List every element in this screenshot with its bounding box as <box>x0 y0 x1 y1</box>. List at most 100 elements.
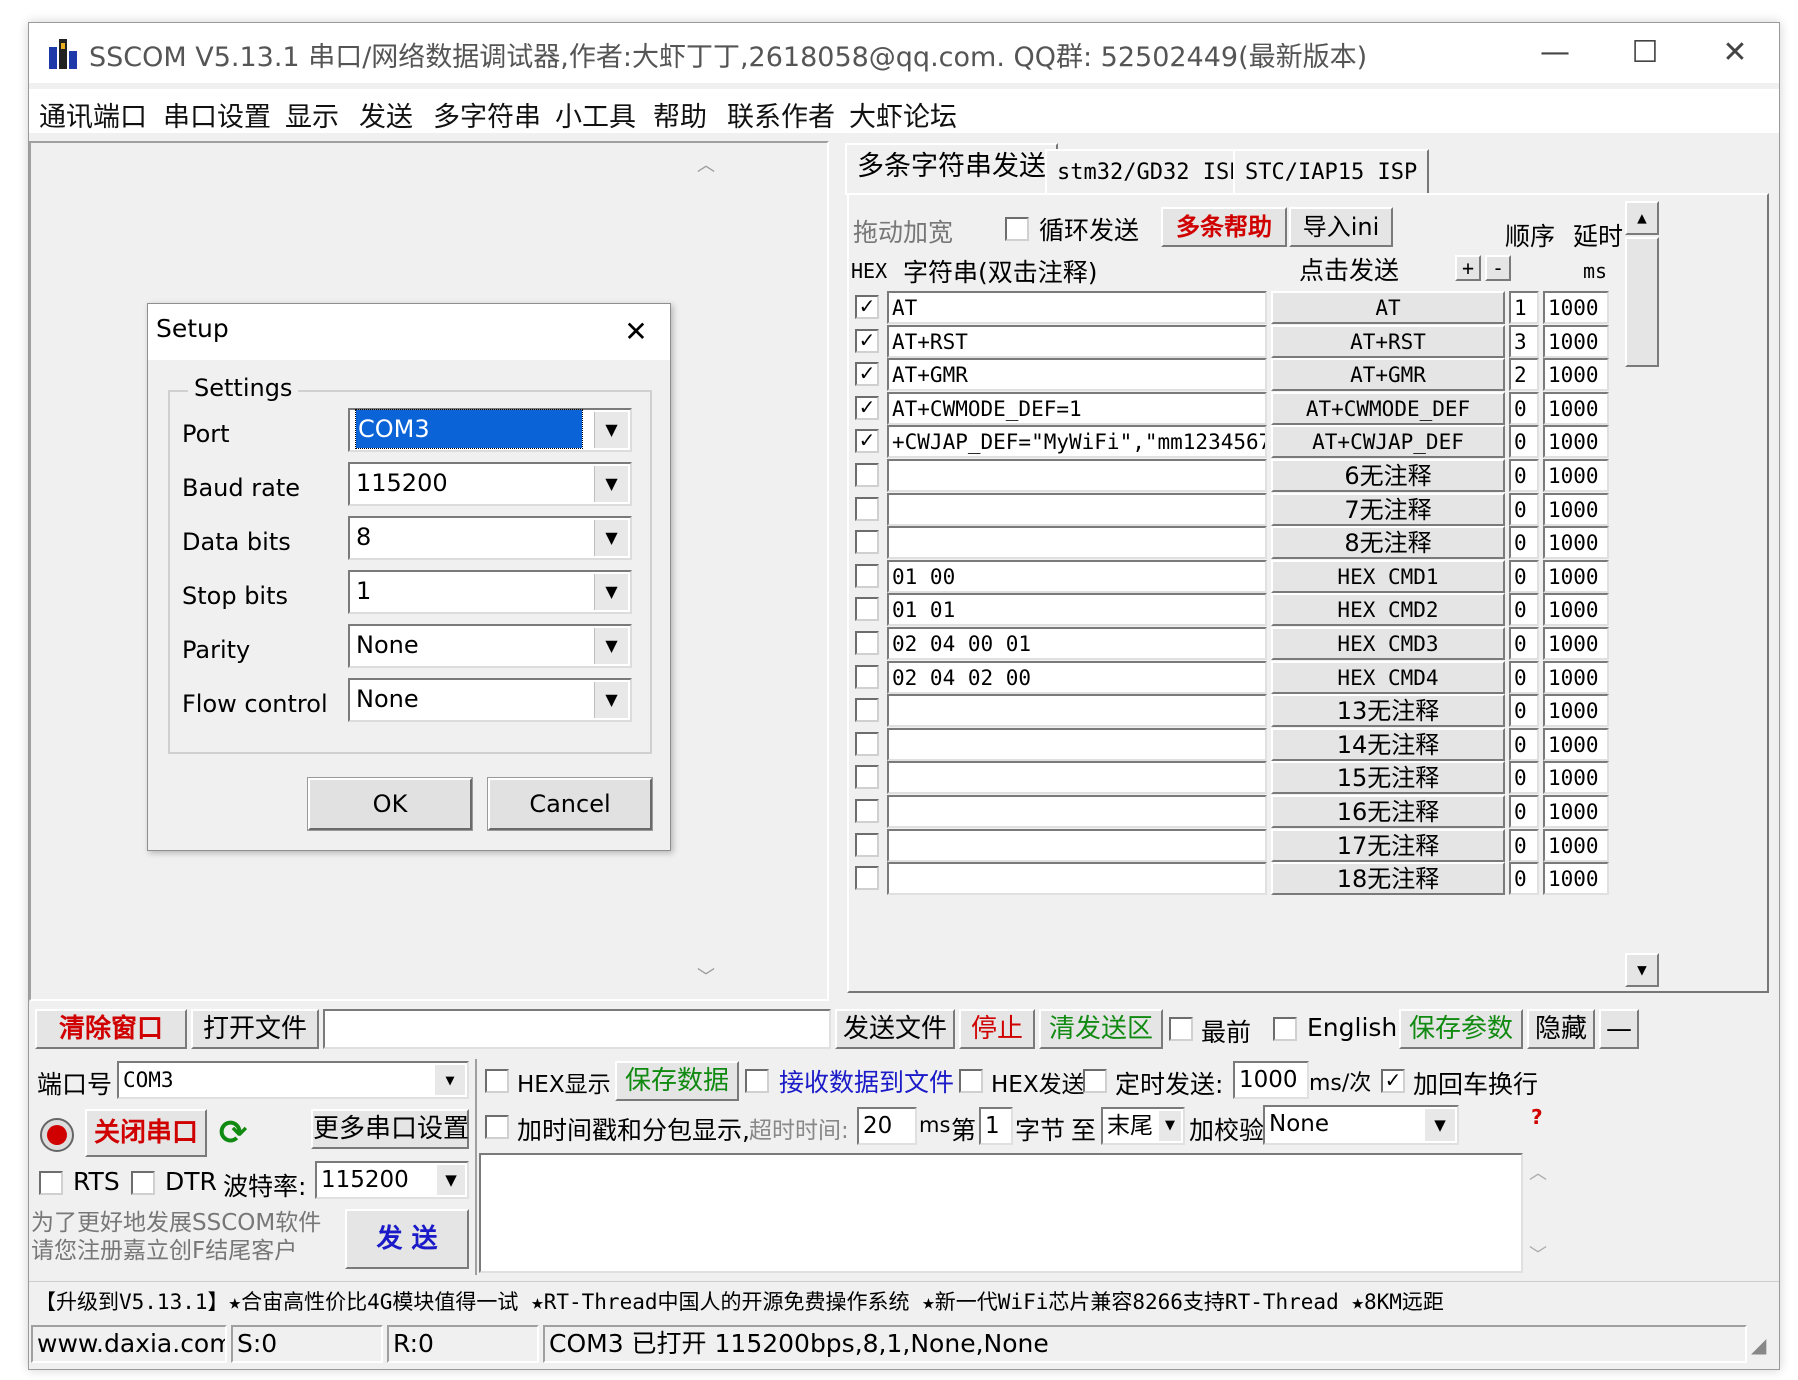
stop-bits-select[interactable]: 1 ▼ <box>348 570 632 614</box>
close-button[interactable]: ✕ <box>1705 29 1765 77</box>
row-delay-input[interactable]: 1000 <box>1543 425 1609 458</box>
chevron-down-icon[interactable]: ▼ <box>594 412 628 448</box>
row-hex-checkbox[interactable] <box>855 732 879 756</box>
dialog-close-icon[interactable]: ✕ <box>614 310 658 354</box>
row-delay-input[interactable]: 1000 <box>1543 728 1609 761</box>
row-send-button[interactable]: 6无注释 <box>1271 459 1505 492</box>
scroll-down-icon[interactable]: ▼ <box>1625 953 1659 987</box>
row-hex-checkbox[interactable] <box>855 665 879 689</box>
scroll-up-icon[interactable]: ▲ <box>1625 201 1659 235</box>
promo-text[interactable]: 为了更好地发展SSCOM软件 请您注册嘉立创F结尾客户 <box>31 1209 321 1265</box>
more-serial-settings-button[interactable]: 更多串口设置 <box>311 1109 469 1149</box>
row-string-input[interactable] <box>887 761 1267 794</box>
add-crlf-checkbox[interactable]: ✓ <box>1381 1069 1405 1093</box>
row-string-input[interactable] <box>887 493 1267 526</box>
row-string-input[interactable]: AT+CWMODE_DEF=1 <box>887 392 1267 425</box>
row-order-input[interactable]: 0 <box>1509 694 1539 727</box>
row-order-input[interactable]: 0 <box>1509 459 1539 492</box>
minimize-button[interactable]: — <box>1525 29 1585 77</box>
row-order-input[interactable]: 0 <box>1509 560 1539 593</box>
file-path-input[interactable] <box>323 1009 831 1049</box>
row-delay-input[interactable]: 1000 <box>1543 627 1609 660</box>
chevron-down-icon[interactable]: ▼ <box>594 682 628 718</box>
timestamp-checkbox[interactable] <box>485 1115 509 1139</box>
menu-forum[interactable]: 大虾论坛 <box>849 95 957 134</box>
clear-window-button[interactable]: 清除窗口 <box>35 1009 187 1049</box>
row-hex-checkbox[interactable] <box>855 463 879 487</box>
hide-button[interactable]: 隐藏 <box>1527 1009 1595 1049</box>
scroll-up-icon[interactable]: ︿ <box>691 151 721 176</box>
row-order-input[interactable]: 0 <box>1509 829 1539 862</box>
menu-send[interactable]: 发送 <box>359 95 413 134</box>
row-order-input[interactable]: 3 <box>1509 325 1539 358</box>
menu-display[interactable]: 显示 <box>285 95 339 134</box>
chevron-down-icon[interactable]: ▼ <box>594 628 628 664</box>
scroll-up-icon[interactable]: ︿ <box>1523 1159 1553 1185</box>
row-delay-input[interactable]: 1000 <box>1543 829 1609 862</box>
data-bits-select[interactable]: 8 ▼ <box>348 516 632 560</box>
row-string-input[interactable] <box>887 694 1267 727</box>
row-delay-input[interactable]: 1000 <box>1543 291 1609 324</box>
row-string-input[interactable] <box>887 829 1267 862</box>
multi-help-button[interactable]: 多条帮助 <box>1161 207 1287 247</box>
baud-rate-select[interactable]: 115200 ▼ <box>348 462 632 506</box>
row-delay-input[interactable]: 1000 <box>1543 593 1609 626</box>
row-send-button[interactable]: 15无注释 <box>1271 761 1505 794</box>
row-delay-input[interactable]: 1000 <box>1543 560 1609 593</box>
row-delay-input[interactable]: 1000 <box>1543 493 1609 526</box>
close-port-button[interactable]: 关闭串口 <box>85 1109 207 1157</box>
timed-send-checkbox[interactable] <box>1083 1069 1107 1093</box>
menu-multi-string[interactable]: 多字符串 <box>433 95 541 134</box>
row-hex-checkbox[interactable] <box>855 833 879 857</box>
send-file-button[interactable]: 发送文件 <box>835 1009 955 1049</box>
row-send-button[interactable]: AT+CWMODE_DEF <box>1271 392 1505 425</box>
loop-send-checkbox[interactable] <box>1005 217 1029 241</box>
port-number-select[interactable]: COM3 ▼ <box>117 1061 469 1099</box>
row-delay-input[interactable]: 1000 <box>1543 358 1609 391</box>
row-send-button[interactable]: AT+RST <box>1271 325 1505 358</box>
row-string-input[interactable]: 01 00 <box>887 560 1267 593</box>
row-order-input[interactable]: 0 <box>1509 661 1539 694</box>
chevron-down-icon[interactable]: ▼ <box>1159 1111 1181 1141</box>
english-checkbox[interactable] <box>1273 1017 1297 1041</box>
row-hex-checkbox[interactable] <box>855 597 879 621</box>
hex-send-checkbox[interactable] <box>959 1069 983 1093</box>
flow-control-select[interactable]: None ▼ <box>348 678 632 722</box>
recv-to-file-checkbox[interactable] <box>745 1069 769 1093</box>
row-delay-input[interactable]: 1000 <box>1543 795 1609 828</box>
row-order-input[interactable]: 0 <box>1509 526 1539 559</box>
row-order-input[interactable]: 0 <box>1509 392 1539 425</box>
row-delay-input[interactable]: 1000 <box>1543 392 1609 425</box>
interval-input[interactable]: 1000 <box>1233 1061 1309 1099</box>
row-string-input[interactable] <box>887 862 1267 895</box>
row-order-input[interactable]: 0 <box>1509 627 1539 660</box>
row-string-input[interactable] <box>887 728 1267 761</box>
row-send-button[interactable]: HEX CMD2 <box>1271 593 1505 626</box>
checksum-select[interactable]: None ▼ <box>1263 1105 1459 1145</box>
chevron-down-icon[interactable]: ▼ <box>1425 1109 1455 1141</box>
recv-to-file-label[interactable]: 接收数据到文件 <box>779 1063 954 1099</box>
menu-help[interactable]: 帮助 <box>653 95 707 134</box>
menu-comm-port[interactable]: 通讯端口 <box>39 95 147 134</box>
ok-button[interactable]: OK <box>307 777 473 831</box>
scroll-down-icon[interactable]: ﹀ <box>1523 1241 1553 1267</box>
maximize-button[interactable]: ☐ <box>1615 29 1675 77</box>
row-order-input[interactable]: 0 <box>1509 425 1539 458</box>
row-order-input[interactable]: 0 <box>1509 795 1539 828</box>
row-order-input[interactable]: 0 <box>1509 593 1539 626</box>
add-row-button[interactable]: + <box>1455 255 1481 281</box>
row-delay-input[interactable]: 1000 <box>1543 761 1609 794</box>
collapse-button[interactable]: — <box>1599 1009 1639 1049</box>
topmost-checkbox[interactable] <box>1169 1017 1193 1041</box>
list-scrollbar[interactable]: ▲ ▼ <box>1625 201 1659 987</box>
help-icon[interactable]: ? <box>1531 1105 1553 1129</box>
row-order-input[interactable]: 0 <box>1509 728 1539 761</box>
row-order-input[interactable]: 0 <box>1509 761 1539 794</box>
tab-stm32-isp[interactable]: stm32/GD32 ISP <box>1045 149 1255 195</box>
save-params-button[interactable]: 保存参数 <box>1399 1009 1523 1049</box>
row-hex-checkbox[interactable] <box>855 765 879 789</box>
timeout-input[interactable]: 20 <box>857 1107 917 1145</box>
row-send-button[interactable]: 16无注释 <box>1271 795 1505 828</box>
row-order-input[interactable]: 2 <box>1509 358 1539 391</box>
clear-send-area-button[interactable]: 清发送区 <box>1039 1009 1163 1049</box>
